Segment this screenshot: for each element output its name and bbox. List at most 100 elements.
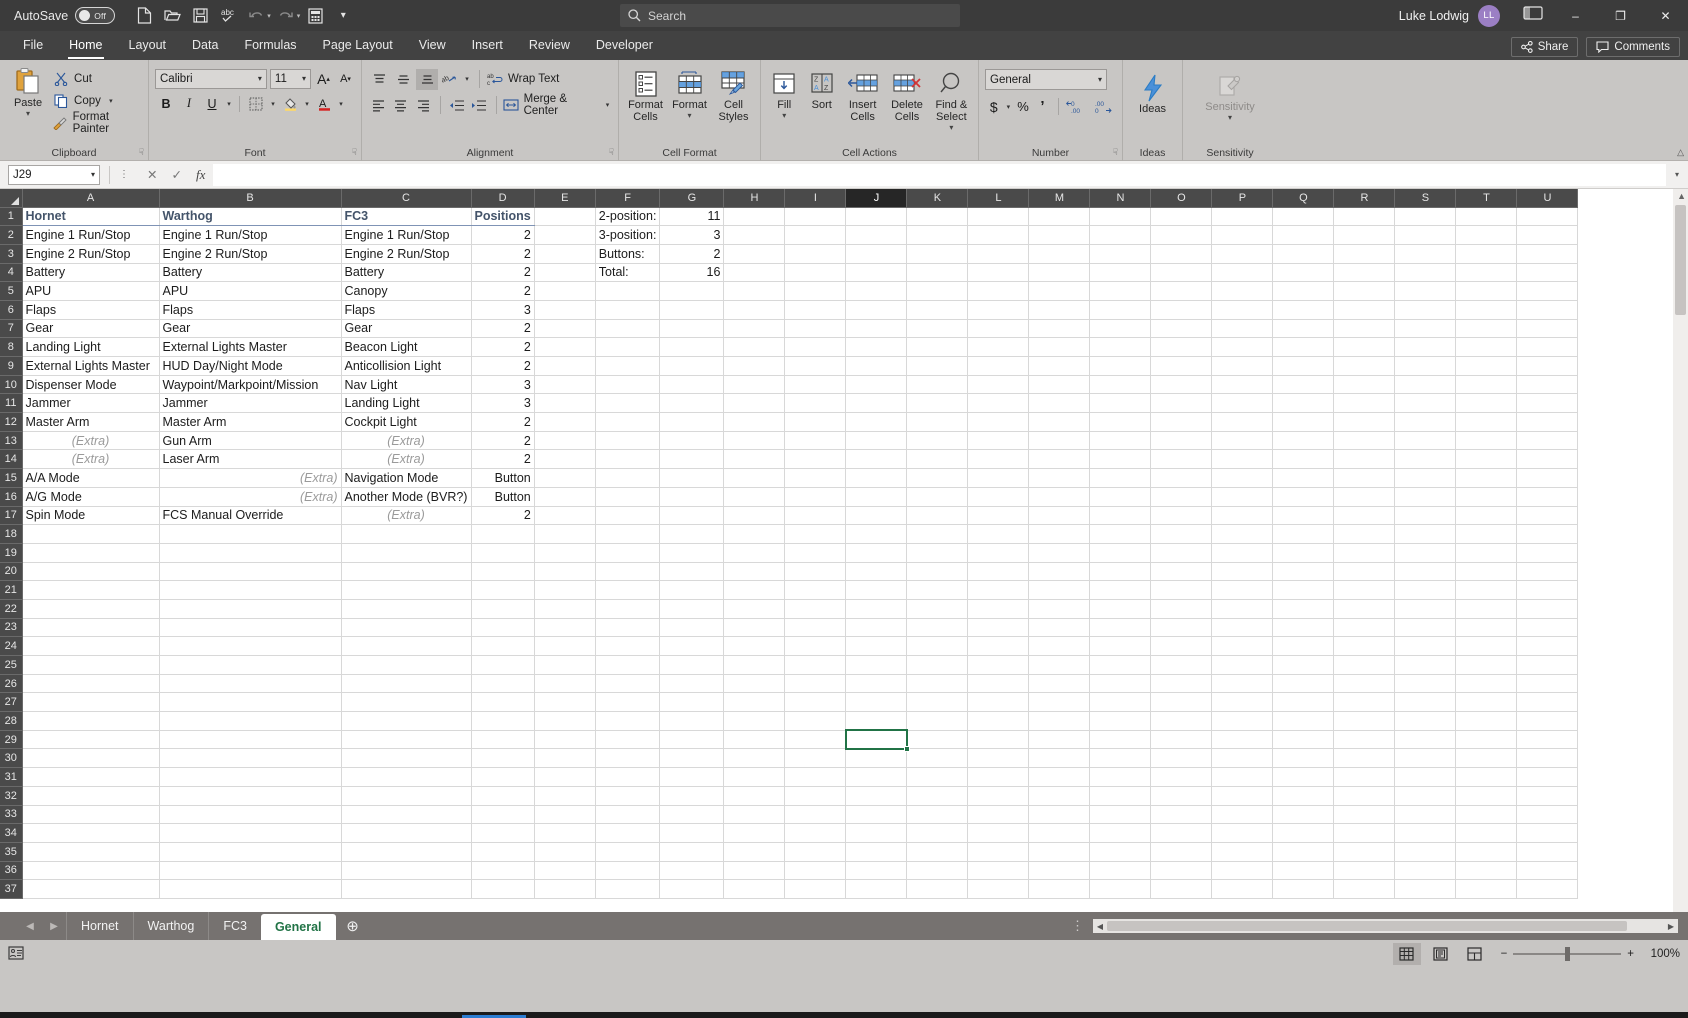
cell-M29[interactable] — [1029, 730, 1090, 749]
cell-S11[interactable] — [1395, 394, 1456, 413]
cell-P34[interactable] — [1212, 824, 1273, 843]
cell-L7[interactable] — [968, 319, 1029, 338]
cell-D37[interactable] — [471, 880, 534, 899]
cell-I26[interactable] — [785, 674, 846, 693]
cell-K24[interactable] — [907, 637, 968, 656]
column-header-j[interactable]: J — [846, 189, 907, 207]
cell-J6[interactable] — [846, 300, 907, 319]
row-header-33[interactable]: 33 — [0, 805, 22, 824]
cell-J5[interactable] — [846, 282, 907, 301]
cell-A10[interactable]: Dispenser Mode — [22, 375, 159, 394]
cell-K33[interactable] — [907, 805, 968, 824]
cell-R23[interactable] — [1334, 618, 1395, 637]
tab-developer[interactable]: Developer — [583, 31, 666, 60]
cell-B4[interactable]: Battery — [159, 263, 341, 282]
cell-G31[interactable] — [660, 768, 724, 787]
column-header-s[interactable]: S — [1395, 189, 1456, 207]
cell-L35[interactable] — [968, 842, 1029, 861]
cell-R29[interactable] — [1334, 730, 1395, 749]
cell-D22[interactable] — [471, 599, 534, 618]
cell-C12[interactable]: Cockpit Light — [341, 413, 471, 432]
currency-caret-icon[interactable]: ▾ — [1004, 103, 1012, 111]
cell-L29[interactable] — [968, 730, 1029, 749]
cell-D11[interactable]: 3 — [471, 394, 534, 413]
cell-D13[interactable]: 2 — [471, 431, 534, 450]
cell-S5[interactable] — [1395, 282, 1456, 301]
cell-T37[interactable] — [1456, 880, 1517, 899]
cell-R30[interactable] — [1334, 749, 1395, 768]
cell-E18[interactable] — [534, 525, 595, 544]
cell-A37[interactable] — [22, 880, 159, 899]
cell-F9[interactable] — [595, 357, 660, 376]
cell-S13[interactable] — [1395, 431, 1456, 450]
calculate-icon[interactable] — [302, 4, 328, 28]
cell-A14[interactable]: (Extra) — [22, 450, 159, 469]
align-middle-button[interactable] — [392, 69, 414, 90]
cell-A19[interactable] — [22, 543, 159, 562]
cell-O19[interactable] — [1151, 543, 1212, 562]
number-dialog-launcher[interactable]: ☟ — [1113, 147, 1118, 158]
cell-B31[interactable] — [159, 768, 341, 787]
cell-B27[interactable] — [159, 693, 341, 712]
cell-J29[interactable] — [846, 730, 907, 749]
cell-U2[interactable] — [1517, 226, 1578, 245]
cell-R19[interactable] — [1334, 543, 1395, 562]
user-account[interactable]: Luke Lodwig LL — [1399, 0, 1500, 31]
cell-U1[interactable] — [1517, 207, 1578, 226]
cell-R17[interactable] — [1334, 506, 1395, 525]
cell-I36[interactable] — [785, 861, 846, 880]
borders-button[interactable] — [245, 93, 267, 114]
cell-U30[interactable] — [1517, 749, 1578, 768]
cell-H9[interactable] — [724, 357, 785, 376]
cell-D35[interactable] — [471, 842, 534, 861]
collapse-ribbon-icon[interactable]: △ — [1677, 147, 1684, 158]
align-right-button[interactable] — [413, 95, 434, 116]
cell-N11[interactable] — [1090, 394, 1151, 413]
cell-B25[interactable] — [159, 656, 341, 675]
cell-J32[interactable] — [846, 786, 907, 805]
tab-page-layout[interactable]: Page Layout — [310, 31, 406, 60]
cell-O10[interactable] — [1151, 375, 1212, 394]
cell-I29[interactable] — [785, 730, 846, 749]
cell-I33[interactable] — [785, 805, 846, 824]
cell-G35[interactable] — [660, 842, 724, 861]
cell-S15[interactable] — [1395, 469, 1456, 488]
cell-Q27[interactable] — [1273, 693, 1334, 712]
cell-N17[interactable] — [1090, 506, 1151, 525]
cell-A2[interactable]: Engine 1 Run/Stop — [22, 226, 159, 245]
sheet-tab-warthog[interactable]: Warthog — [133, 912, 209, 940]
cell-L10[interactable] — [968, 375, 1029, 394]
cell-Q10[interactable] — [1273, 375, 1334, 394]
cell-J9[interactable] — [846, 357, 907, 376]
cell-L11[interactable] — [968, 394, 1029, 413]
cell-P27[interactable] — [1212, 693, 1273, 712]
cell-K27[interactable] — [907, 693, 968, 712]
cell-N26[interactable] — [1090, 674, 1151, 693]
cell-F28[interactable] — [595, 712, 660, 731]
cell-M1[interactable] — [1029, 207, 1090, 226]
select-all-corner[interactable] — [0, 189, 22, 207]
cell-U13[interactable] — [1517, 431, 1578, 450]
cell-T8[interactable] — [1456, 338, 1517, 357]
cell-Q14[interactable] — [1273, 450, 1334, 469]
cell-E14[interactable] — [534, 450, 595, 469]
cell-S1[interactable] — [1395, 207, 1456, 226]
cell-S33[interactable] — [1395, 805, 1456, 824]
cell-L5[interactable] — [968, 282, 1029, 301]
cell-C36[interactable] — [341, 861, 471, 880]
row-header-18[interactable]: 18 — [0, 525, 22, 544]
expand-formula-bar-icon[interactable]: ▾ — [1666, 170, 1688, 179]
enter-formula-icon[interactable]: ✓ — [171, 167, 181, 183]
cell-I1[interactable] — [785, 207, 846, 226]
cell-O27[interactable] — [1151, 693, 1212, 712]
cell-T6[interactable] — [1456, 300, 1517, 319]
cell-M10[interactable] — [1029, 375, 1090, 394]
cell-F23[interactable] — [595, 618, 660, 637]
cell-R3[interactable] — [1334, 244, 1395, 263]
cell-O2[interactable] — [1151, 226, 1212, 245]
row-header-35[interactable]: 35 — [0, 842, 22, 861]
cell-A7[interactable]: Gear — [22, 319, 159, 338]
cell-U31[interactable] — [1517, 768, 1578, 787]
cell-T17[interactable] — [1456, 506, 1517, 525]
cell-L14[interactable] — [968, 450, 1029, 469]
